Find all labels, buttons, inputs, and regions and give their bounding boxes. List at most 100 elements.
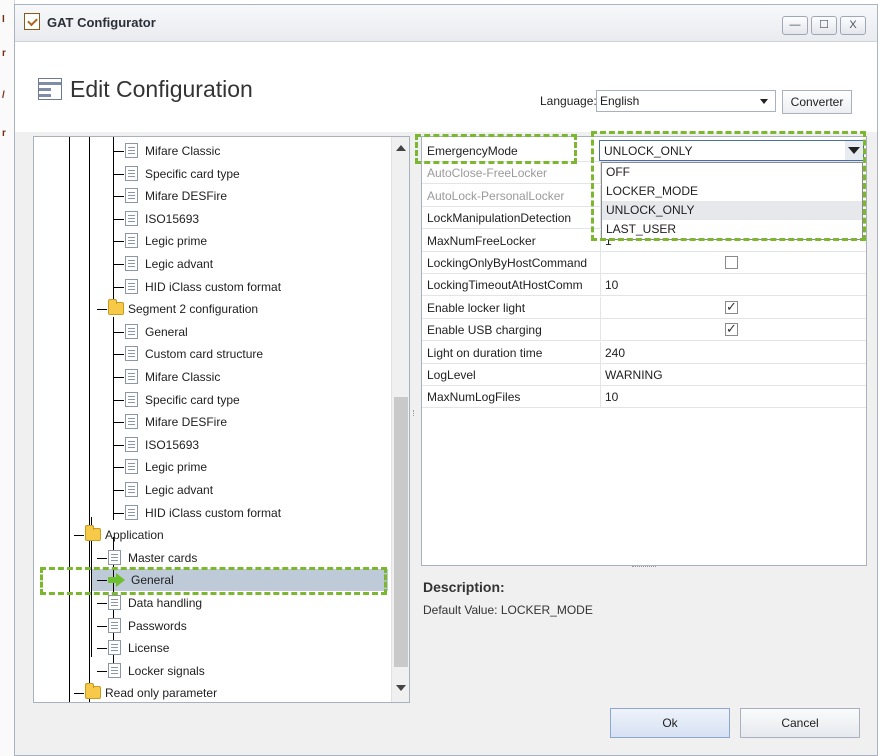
arrow-right-icon [108,573,126,588]
tree-connector [74,535,84,537]
column-divider [600,364,601,385]
title-bar[interactable]: GAT Configurator — ☐ X [15,5,877,42]
tree-node-label: Application [105,528,164,543]
page-icon [125,369,138,384]
property-value[interactable]: 240 [605,346,625,360]
dropdown-arrow-icon[interactable] [845,141,863,160]
dropdown-value: UNLOCK_ONLY [604,144,693,158]
tree-connector [114,444,124,446]
property-row[interactable]: MaxNumLogFiles 10 [422,386,866,409]
tree-node-label: Segment 2 configuration [128,302,259,317]
dropdown-option[interactable]: OFF [602,163,862,182]
folder-icon [85,683,101,700]
page-icon [125,391,138,407]
property-row[interactable]: LockingOnlyByHostCommand [422,252,866,274]
close-button[interactable]: X [840,16,866,35]
scroll-up-icon[interactable] [396,145,406,151]
property-name: LogLevel [427,368,476,382]
emergency-mode-dropdown[interactable]: UNLOCK_ONLY [599,140,864,161]
window-title: GAT Configurator [47,15,156,30]
tree-connector [97,309,107,311]
page-icon [125,346,138,362]
property-name: Light on duration time [427,345,543,360]
tree-node-label: Mifare Classic [145,144,221,158]
property-name: Enable locker light [427,300,526,315]
checked-checkbox[interactable]: ✓ [725,300,738,314]
dropdown-option[interactable]: LOCKER_MODE [602,182,862,201]
minimize-button[interactable]: — [782,16,808,35]
page-icon [108,640,121,656]
language-label: Language: [540,94,597,108]
tree-node-label: HID iClass custom format [145,505,282,520]
property-row[interactable]: Enable USB charging ✓ [422,319,866,342]
tree-connector [114,173,124,175]
scroll-down-icon[interactable] [396,685,406,691]
property-name: LockingOnlyByHostCommand [427,256,588,270]
maximize-button[interactable]: ☐ [811,16,837,35]
property-name: MaxNumLogFiles [427,390,521,405]
cancel-button[interactable]: Cancel [740,708,860,738]
unchecked-checkbox[interactable] [725,256,738,269]
page-icon [108,549,121,565]
tree-connector [97,670,107,672]
dropdown-options-list[interactable]: OFF LOCKER_MODE UNLOCK_ONLY LAST_USER [601,162,863,240]
tree-connector [114,377,124,378]
dropdown-option[interactable]: UNLOCK_ONLY [602,201,862,220]
column-divider [600,319,601,341]
tree-connector [114,490,124,491]
app-check-icon [24,13,40,30]
tree-connector [97,580,107,582]
page-icon [125,210,138,226]
property-row[interactable]: Light on duration time 240 [422,341,866,364]
page-icon [108,617,121,633]
tree-connector [114,399,124,401]
column-divider [600,252,601,273]
property-row[interactable]: LockingTimeoutAtHostComm 10 [422,274,866,297]
dropdown-option[interactable]: LAST_USER [602,220,862,239]
pane-splitter[interactable] [413,410,416,416]
page-icon [125,233,138,249]
tree-scrollbar[interactable] [391,137,409,702]
splitter-grip[interactable] [632,566,656,569]
page-icon [125,165,138,181]
tree-connector [114,151,124,152]
property-row[interactable]: LogLevel WARNING [422,364,866,386]
tree-node-label: Legic prime [145,234,208,249]
tree-connector [113,137,114,314]
tree-connector [89,137,90,702]
tree-connector [114,354,124,356]
property-name: EmergencyMode [427,144,518,158]
converter-button[interactable]: Converter [782,90,852,114]
tree-connector [97,648,107,650]
tree-connector [97,557,107,559]
property-value[interactable]: WARNING [605,368,663,382]
property-name: Enable USB charging [427,323,542,338]
checked-checkbox[interactable]: ✓ [725,322,738,337]
scrollbar-thumb[interactable] [394,397,408,667]
page-icon [125,256,138,271]
column-divider [600,386,601,408]
description-title: Description: [423,579,505,595]
tree-node-label: Read only parameter [105,686,218,701]
page-icon [125,459,138,475]
ok-button[interactable]: Ok [610,708,730,738]
page-icon [125,323,138,339]
configuration-tree[interactable]: Mifare Classic Specific card type Mifare D… [33,136,410,703]
chevron-down-icon[interactable] [760,99,768,104]
tree-connector [97,625,107,627]
property-row[interactable]: Enable locker light ✓ [422,296,866,319]
tree-node-label: HID iClass custom format [145,279,282,294]
tree-node-label: ISO15693 [145,437,200,452]
property-value[interactable]: 10 [605,390,618,404]
folder-icon [108,299,124,316]
tree-node-label: Specific card type [145,392,240,407]
language-select[interactable]: English [596,90,776,112]
property-value[interactable]: 10 [605,278,618,292]
tree-connector [114,331,124,333]
tree-node-label: Mifare Classic [145,370,221,384]
tree-node-label: Legic advant [145,483,214,497]
property-name: LockingTimeoutAtHostComm [427,278,583,293]
page-icon [125,504,138,520]
page-icon [125,414,138,430]
tree-node-label: Mifare DESFire [145,189,228,204]
